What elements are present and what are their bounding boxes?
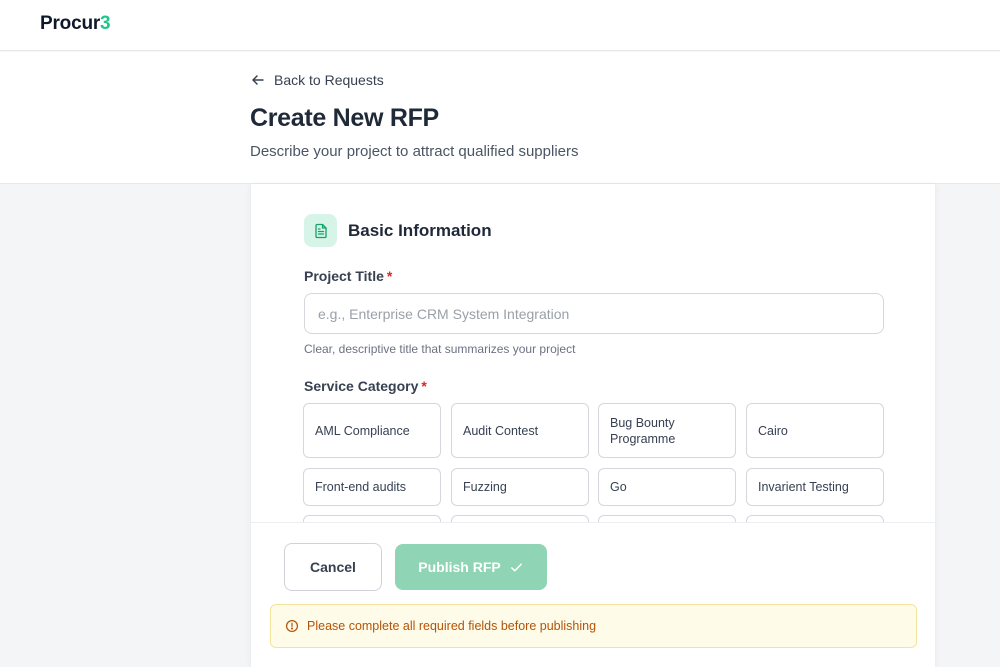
arrow-left-icon (252, 75, 264, 85)
category-option-bug-bounty[interactable]: Bug Bounty Programme (598, 403, 736, 458)
cancel-button[interactable]: Cancel (284, 543, 382, 591)
project-title-label-text: Project Title (304, 268, 384, 284)
logo-text: Procur (40, 13, 101, 34)
publish-button-label: Publish RFP (418, 559, 501, 575)
top-navigation-bar: Procur3 (0, 0, 1000, 51)
warning-text: Please complete all required fields befo… (307, 619, 597, 633)
document-icon (304, 214, 337, 247)
project-title-input[interactable] (304, 293, 884, 334)
category-option-go[interactable]: Go (598, 468, 736, 506)
page-subtitle: Describe your project to attract qualifi… (250, 143, 579, 160)
required-asterisk: * (386, 268, 393, 284)
back-to-requests-link[interactable]: Back to Requests (250, 72, 384, 88)
category-option-aml-compliance[interactable]: AML Compliance (303, 403, 441, 458)
required-fields-warning: Please complete all required fields befo… (270, 604, 917, 648)
info-circle-icon (285, 619, 299, 633)
procur3-logo[interactable]: Procur3 (40, 13, 111, 35)
basic-information-section-header: Basic Information (304, 214, 492, 247)
required-asterisk: * (421, 378, 427, 394)
section-title: Basic Information (348, 220, 492, 240)
publish-rfp-button[interactable]: Publish RFP (395, 544, 547, 590)
category-option-front-end-audits[interactable]: Front-end audits (303, 468, 441, 506)
page-title: Create New RFP (250, 104, 439, 132)
project-title-helper-text: Clear, descriptive title that summarizes… (304, 342, 576, 356)
logo-accent: 3 (100, 13, 111, 34)
service-category-label: Service Category * (304, 378, 427, 394)
project-title-label: Project Title * (304, 268, 392, 284)
back-link-label: Back to Requests (274, 72, 384, 88)
category-option-cairo[interactable]: Cairo (746, 403, 884, 458)
form-actions-footer: Cancel Publish RFP Please complete all r… (251, 522, 935, 667)
category-option-invarient-testing[interactable]: Invarient Testing (746, 468, 884, 506)
check-icon (510, 562, 522, 572)
category-option-fuzzing[interactable]: Fuzzing (451, 468, 589, 506)
category-option-audit-contest[interactable]: Audit Contest (451, 403, 589, 458)
page-header: Back to Requests Create New RFP Describe… (0, 52, 1000, 184)
rfp-form-card: Basic Information Project Title* Clear, … (250, 184, 936, 667)
service-category-label-text: Service Category (304, 378, 419, 394)
